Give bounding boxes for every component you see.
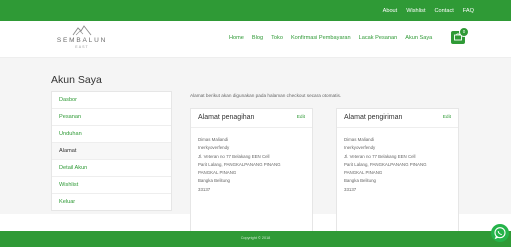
address-line: Inerkyoverfendy [198,145,230,151]
nav-blog[interactable]: Blog [252,35,263,41]
nav-home[interactable]: Home [229,35,244,41]
address-line: Inerkyoverfendy [344,145,376,151]
top-link-wishlist[interactable]: Wishlist [406,8,425,14]
shipping-address-header: Alamat pengiriman Edit [337,109,458,128]
address-line: 33137 [344,186,357,192]
sidebar-item-keluar[interactable]: Keluar [52,194,171,210]
billing-address-header: Alamat penagihan Edit [191,109,312,128]
top-bar: About Wishlist Contact FAQ [0,0,511,21]
shipping-address-card: Alamat pengiriman Edit Dimas Maliandi In… [336,108,459,245]
billing-address-lines: Dimas Maliandi Inerkyoverfendy Jl. Veter… [191,128,312,194]
site-logo[interactable]: SEMBALUN EAST [54,25,110,53]
cart-count-badge: 0 [459,27,469,37]
site-footer: Copyright © 2018 [0,231,511,247]
address-line: Dimas Maliandi [344,137,375,142]
nav-konfirmasi-pembayaran[interactable]: Konfirmasi Pembayaran [291,35,351,41]
whatsapp-chat-button[interactable] [491,224,509,242]
top-link-about[interactable]: About [383,8,398,14]
address-line: PANGKAL PINANG [344,170,383,176]
address-line: 33137 [198,186,211,192]
billing-address-card: Alamat penagihan Edit Dimas Maliandi Ine… [190,108,313,245]
shipping-address-lines: Dimas Maliandi Inerkyoverfendy Jl. Veter… [337,128,458,194]
nav-toko[interactable]: Toko [271,35,283,41]
top-link-faq[interactable]: FAQ [463,8,474,14]
footer-copyright: Copyright © 2018 [240,236,271,240]
brand-name: SEMBALUN [56,37,108,44]
top-links: About Wishlist Contact FAQ [383,0,474,21]
address-line: Bangka Belitung [344,178,376,184]
brand-tagline: EAST [75,45,89,49]
sidebar-item-dasbor[interactable]: Dasbor [52,92,171,109]
address-line: Jl. Veteran no 77 Belakang EEN Cell [198,153,270,159]
address-line: Jl. Veteran no 77 Belakang EEN Cell [344,153,416,159]
account-content: Akun Saya Dasbor Pesanan Unduhan Alamat … [0,58,511,245]
page-title: Akun Saya [51,74,102,86]
address-note: Alamat berikut akan digunakan pada halam… [190,93,342,98]
address-line: Dimas Maliandi [198,137,229,142]
mountain-logo-icon [54,25,110,36]
sidebar-item-alamat[interactable]: Alamat [52,143,171,160]
whatsapp-icon [494,227,506,240]
sidebar-item-detail-akun[interactable]: Detail Akun [52,160,171,177]
address-line: Bangka Belitung [198,178,230,184]
shipping-address-title: Alamat pengiriman [344,114,403,121]
account-sidebar: Dasbor Pesanan Unduhan Alamat Detail Aku… [51,91,172,211]
sidebar-item-pesanan[interactable]: Pesanan [52,109,171,126]
nav-lacak-pesanan[interactable]: Lacak Pesanan [359,35,398,41]
main-nav: Home Blog Toko Konfirmasi Pembayaran Lac… [229,35,432,41]
address-line: PANGKAL PINANG [198,170,237,176]
sidebar-item-wishlist[interactable]: Wishlist [52,177,171,194]
billing-address-title: Alamat penagihan [198,114,255,121]
billing-edit-link[interactable]: Edit [297,115,305,120]
nav-akun-saya[interactable]: Akun Saya [405,35,432,41]
shipping-edit-link[interactable]: Edit [443,115,451,120]
address-line: Parit Lalang, PANGKALPANANG PINANG [344,161,427,167]
address-line: Parit Lalang, PANGKALPANANG PINANG [198,161,281,167]
sidebar-item-unduhan[interactable]: Unduhan [52,126,171,143]
cart-button[interactable]: 0 [451,27,469,44]
top-link-contact[interactable]: Contact [435,8,454,14]
